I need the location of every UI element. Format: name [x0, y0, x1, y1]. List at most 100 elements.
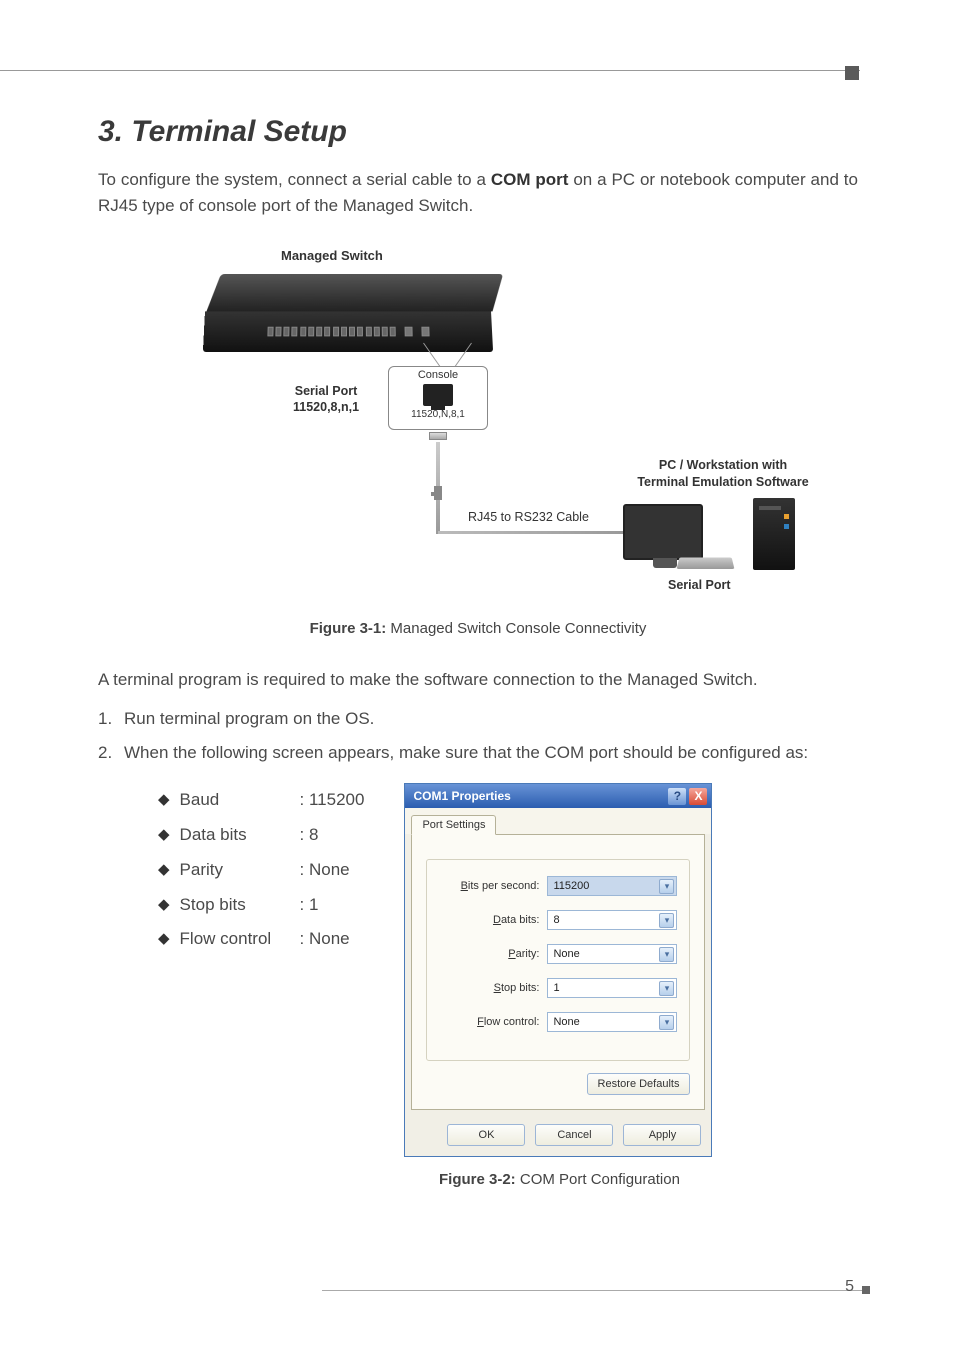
bullet-icon: ◆: [158, 924, 170, 955]
chevron-down-icon: ▾: [659, 947, 674, 962]
param-val: : 1: [300, 888, 319, 923]
pc-l1: PC / Workstation with: [659, 458, 787, 472]
serial-l1: Serial Port: [295, 384, 358, 398]
param-val: : None: [300, 922, 350, 957]
footer-rule: [322, 1290, 862, 1291]
stopbits-label: Stop bits:: [494, 982, 540, 994]
console-label: Console: [418, 369, 458, 381]
parity-label: Parity:: [508, 948, 539, 960]
section-heading: 3. Terminal Setup: [98, 115, 858, 149]
param-baud: ◆ Baud : 115200: [158, 783, 364, 818]
console-sub: 11520,N,8,1: [389, 409, 487, 420]
rj45-jack-icon: [423, 384, 453, 406]
param-parity: ◆ Parity : None: [158, 853, 364, 888]
bullet-icon: ◆: [158, 820, 170, 851]
header-rule: [0, 70, 860, 71]
tab-port-settings[interactable]: Port Settings: [411, 815, 496, 835]
parity-select[interactable]: None ▾: [547, 944, 677, 964]
field-parity: Parity: None ▾: [439, 944, 677, 964]
param-stopbits: ◆ Stop bits : 1: [158, 888, 364, 923]
lower-section: ◆ Baud : 115200 ◆ Data bits : 8 ◆ Parity…: [98, 783, 858, 1188]
param-val: : 115200: [300, 783, 365, 818]
tower-icon: [753, 498, 795, 570]
chevron-down-icon: ▾: [659, 1015, 674, 1030]
dialog-wrapper: COM1 Properties ? X Port Settings Bits p…: [404, 783, 714, 1188]
figure-3-1-caption: Figure 3-1: Managed Switch Console Conne…: [98, 620, 858, 637]
header-mark: [845, 66, 859, 80]
param-val: : None: [300, 853, 350, 888]
fig2-text: COM Port Configuration: [516, 1171, 680, 1188]
field-flow-control: Flow control: None ▾: [439, 1012, 677, 1032]
param-list: ◆ Baud : 115200 ◆ Data bits : 8 ◆ Parity…: [158, 783, 364, 957]
step-1-num: 1.: [98, 709, 112, 729]
fig1-bold: Figure 3-1:: [310, 620, 387, 637]
form-group: Bits per second: 115200 ▾ Data bits: 8 ▾: [426, 859, 690, 1061]
field-bits-per-second: Bits per second: 115200 ▾: [439, 876, 677, 896]
intro-paragraph: To configure the system, connect a seria…: [98, 167, 858, 220]
param-flowcontrol: ◆ Flow control : None: [158, 922, 364, 957]
bps-select[interactable]: 115200 ▾: [547, 876, 677, 896]
help-button[interactable]: ?: [668, 788, 686, 805]
field-data-bits: Data bits: 8 ▾: [439, 910, 677, 930]
chevron-down-icon: ▾: [659, 879, 674, 894]
flow-select[interactable]: None ▾: [547, 1012, 677, 1032]
chevron-down-icon: ▾: [659, 913, 674, 928]
restore-defaults-button[interactable]: Restore Defaults: [587, 1073, 691, 1095]
cable-clip-icon: [431, 486, 445, 504]
dialog-footer: OK Cancel Apply: [405, 1116, 711, 1156]
footer-mark: [862, 1286, 870, 1294]
cable-connector-icon: [429, 432, 447, 440]
step-1: 1. Run terminal program on the OS.: [98, 709, 858, 729]
page-content: 3. Terminal Setup To configure the syste…: [98, 115, 858, 1188]
stopbits-value: 1: [553, 982, 559, 994]
tab-panel: Bits per second: 115200 ▾ Data bits: 8 ▾: [411, 834, 705, 1110]
param-key: Parity: [180, 853, 300, 888]
ok-button[interactable]: OK: [447, 1124, 525, 1146]
cable-label: RJ45 to RS232 Cable: [468, 510, 589, 524]
fig2-bold: Figure 3-2:: [439, 1171, 516, 1188]
chevron-down-icon: ▾: [659, 981, 674, 996]
databits-label: Data bits:: [493, 914, 539, 926]
close-button[interactable]: X: [689, 788, 707, 805]
flow-value: None: [553, 1016, 579, 1028]
dialog-title: COM1 Properties: [413, 789, 510, 803]
serial-port-label-switch: Serial Port 11520,8,n,1: [293, 383, 359, 416]
apply-button[interactable]: Apply: [623, 1124, 701, 1146]
connectivity-diagram: Managed Switch Serial Port 11520,8,n,1 C…: [133, 248, 823, 598]
switch-device-icon: [203, 274, 493, 350]
param-databits: ◆ Data bits : 8: [158, 818, 364, 853]
terminal-program-paragraph: A terminal program is required to make t…: [98, 667, 858, 693]
pc-icon: [623, 498, 823, 573]
pc-l2: Terminal Emulation Software: [637, 475, 808, 489]
bullet-icon: ◆: [158, 785, 170, 816]
parity-value: None: [553, 948, 579, 960]
steps-list: 1. Run terminal program on the OS. 2. Wh…: [98, 709, 858, 763]
pc-label: PC / Workstation with Terminal Emulation…: [618, 457, 828, 491]
keyboard-icon: [677, 557, 735, 568]
managed-switch-label: Managed Switch: [281, 248, 383, 263]
com1-properties-dialog: COM1 Properties ? X Port Settings Bits p…: [404, 783, 712, 1157]
param-key: Flow control: [180, 922, 300, 957]
serial-l2: 11520,8,n,1: [293, 400, 359, 414]
restore-row: Restore Defaults: [426, 1073, 690, 1095]
cable-horizontal: [438, 531, 628, 534]
step-2-text: When the following screen appears, make …: [124, 743, 808, 762]
intro-pre: To configure the system, connect a seria…: [98, 170, 491, 189]
bps-value: 115200: [553, 880, 589, 892]
cancel-button[interactable]: Cancel: [535, 1124, 613, 1146]
serial-port-label-pc: Serial Port: [668, 578, 731, 592]
dialog-titlebar: COM1 Properties ? X: [405, 784, 711, 808]
bullet-icon: ◆: [158, 855, 170, 886]
monitor-icon: [623, 504, 703, 560]
param-val: : 8: [300, 818, 319, 853]
bullet-icon: ◆: [158, 890, 170, 921]
page-number: 5: [845, 1278, 854, 1296]
field-stop-bits: Stop bits: 1 ▾: [439, 978, 677, 998]
console-callout: Console 11520,N,8,1: [388, 366, 488, 430]
stopbits-select[interactable]: 1 ▾: [547, 978, 677, 998]
bps-label: Bits per second:: [461, 880, 540, 892]
tab-row: Port Settings: [405, 808, 711, 834]
fig1-text: Managed Switch Console Connectivity: [386, 620, 646, 637]
step-2: 2. When the following screen appears, ma…: [98, 743, 858, 763]
databits-select[interactable]: 8 ▾: [547, 910, 677, 930]
